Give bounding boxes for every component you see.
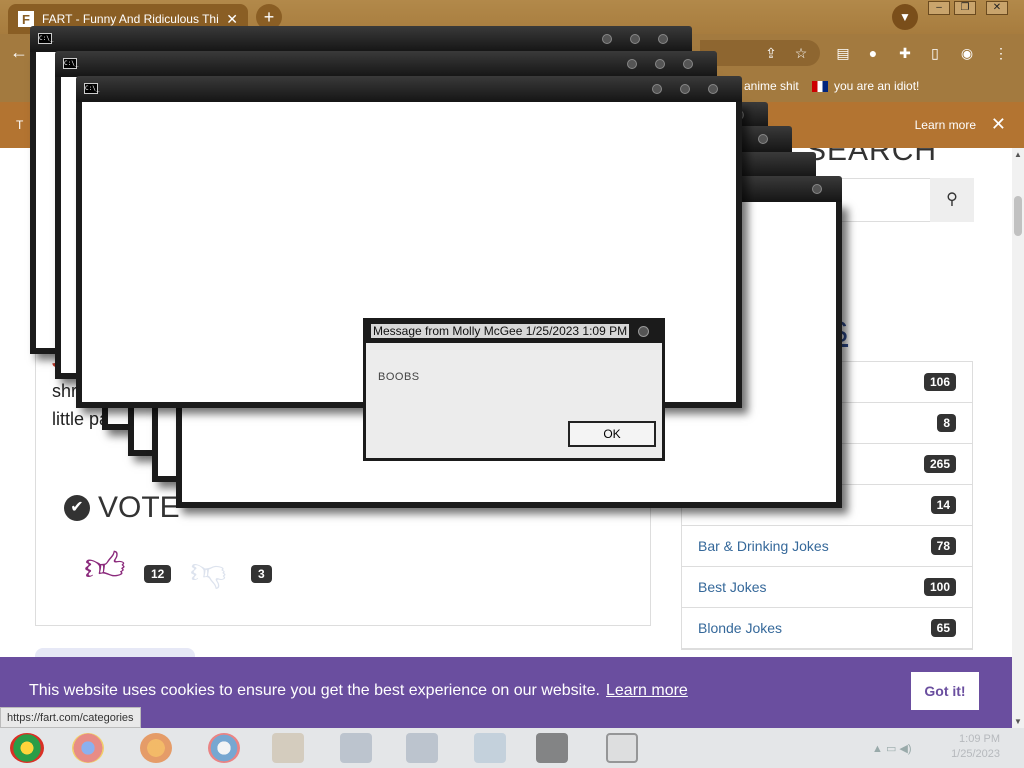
window-close-icon[interactable] (683, 59, 693, 69)
back-arrow-icon[interactable]: ← (10, 42, 28, 63)
share-icon[interactable]: ⇪ (762, 44, 780, 62)
status-bar-url: https://fart.com/categories (0, 707, 141, 728)
category-label: Blonde Jokes (698, 620, 783, 636)
cmd-taskbar-icon[interactable] (536, 733, 568, 763)
cookie-banner: This website uses cookies to ensure you … (0, 657, 1012, 728)
program-icon[interactable] (406, 733, 438, 763)
side-panel-icon[interactable]: ▯ (926, 44, 944, 62)
tab-close-icon[interactable]: ✕ (226, 11, 238, 28)
category-count: 265 (923, 455, 956, 473)
tab-search-icon[interactable]: ▼ (892, 4, 918, 30)
window-minimize-icon[interactable] (627, 59, 637, 69)
window-close-icon[interactable] (658, 34, 668, 44)
maximize-button[interactable]: ❐ (954, 1, 976, 15)
category-count: 106 (923, 373, 956, 391)
cmd-icon: C:\_ (84, 83, 100, 94)
dialog-close-icon[interactable] (638, 326, 649, 337)
system-tray-icons[interactable]: ▲ ▭ ◀) (872, 742, 912, 755)
window-titlebar[interactable]: C:\_ (30, 26, 692, 52)
cookie-message: This website uses cookies to ensure you … (29, 682, 688, 700)
extension-avatar-icon[interactable]: ● (864, 44, 882, 62)
category-item[interactable]: Bar & Drinking Jokes 78 (682, 526, 972, 567)
profile-avatar-icon[interactable]: ◉ (958, 44, 976, 62)
banner-text: T (16, 118, 24, 132)
window-maximize-icon[interactable] (630, 34, 640, 44)
tab-title: FART - Funny And Ridiculous Thi (42, 12, 219, 26)
scrollbar-thumb[interactable] (1014, 196, 1022, 236)
cookie-accept-button[interactable]: Got it! (911, 672, 979, 710)
window-minimize-icon[interactable] (602, 34, 612, 44)
category-count: 65 (930, 619, 956, 637)
window-titlebar[interactable]: C:\_ (76, 76, 742, 102)
firefox-icon[interactable] (140, 733, 172, 763)
scroll-down-icon[interactable]: ▼ (1014, 717, 1022, 726)
window-close-icon[interactable] (812, 184, 822, 194)
upvote-count: 12 (144, 565, 172, 583)
vote-heading: ✔ VOTE (64, 491, 180, 525)
taskbar: ▲ ▭ ◀) 1:09 PM 1/25/2023 (0, 728, 1024, 768)
uk-flag-icon (812, 81, 828, 93)
chrome-icon[interactable] (72, 733, 104, 763)
clock-date: 1/25/2023 (951, 748, 1000, 760)
dialog-titlebar[interactable]: Message from Molly McGee 1/25/2023 1:09 … (366, 321, 662, 343)
banner-close-icon[interactable]: ✕ (991, 114, 1006, 135)
window-maximize-icon[interactable] (655, 59, 665, 69)
extension-flag-icon[interactable]: ▤ (834, 44, 852, 62)
cmd-icon: C:\_ (63, 58, 79, 69)
search-heading: SEARCH (806, 148, 938, 167)
cmd-icon: C:\_ (38, 33, 54, 44)
folder-icon[interactable] (272, 733, 304, 763)
close-window-button[interactable]: ✕ (986, 1, 1008, 15)
message-dialog: Message from Molly McGee 1/25/2023 1:09 … (363, 318, 665, 461)
page-scrollbar[interactable]: ▲ ▼ (1012, 148, 1024, 728)
cookie-learn-more-link[interactable]: Learn more (606, 682, 688, 699)
thumbs-down-icon[interactable]: 👎︎ (190, 549, 227, 593)
window-maximize-icon[interactable] (680, 84, 690, 94)
category-item[interactable]: Best Jokes 100 (682, 567, 972, 608)
category-count: 8 (937, 414, 956, 432)
category-item[interactable]: Blonde Jokes 65 (682, 608, 972, 649)
site-favicon-icon: F (18, 11, 34, 27)
program-icon[interactable] (340, 733, 372, 763)
app-icon[interactable] (208, 733, 240, 763)
clock-time: 1:09 PM (959, 733, 1000, 745)
start-button-icon[interactable] (10, 733, 44, 763)
thumbs-up-icon[interactable]: 👍︎ (84, 543, 126, 591)
window-close-icon[interactable] (708, 84, 718, 94)
checkmark-icon: ✔ (64, 495, 90, 521)
cookie-text: This website uses cookies to ensure you … (29, 682, 600, 699)
notepad-icon[interactable] (474, 733, 506, 763)
extensions-puzzle-icon[interactable]: ✚ (896, 44, 914, 62)
downvote-count: 3 (251, 565, 272, 583)
category-count: 78 (930, 537, 956, 555)
category-label: Best Jokes (698, 579, 767, 595)
window-close-icon[interactable] (758, 134, 768, 144)
bookmark-anime[interactable]: anime shit (744, 79, 799, 93)
menu-kebab-icon[interactable]: ⋮ (992, 44, 1010, 62)
window-minimize-icon[interactable] (652, 84, 662, 94)
category-label: Bar & Drinking Jokes (698, 538, 829, 554)
bookmark-idiot-label: you are an idiot! (834, 79, 920, 93)
ok-button[interactable]: OK (568, 421, 656, 447)
category-count: 14 (930, 496, 956, 514)
window-taskbar-icon[interactable] (606, 733, 638, 763)
minimize-button[interactable]: – (928, 1, 950, 15)
window-titlebar[interactable]: C:\_ (55, 51, 717, 77)
scroll-up-icon[interactable]: ▲ (1014, 150, 1022, 159)
category-count: 100 (923, 578, 956, 596)
vote-label: VOTE (98, 491, 180, 524)
bookmark-idiot[interactable]: you are an idiot! (812, 79, 919, 93)
bookmark-star-icon[interactable]: ☆ (792, 44, 810, 62)
clock[interactable]: 1:09 PM 1/25/2023 (938, 732, 1000, 762)
search-icon[interactable]: ⚲ (930, 178, 974, 222)
banner-learn-more-link[interactable]: Learn more (915, 118, 976, 132)
dialog-message: BOOBS (378, 371, 420, 383)
dialog-title: Message from Molly McGee 1/25/2023 1:09 … (371, 324, 630, 338)
